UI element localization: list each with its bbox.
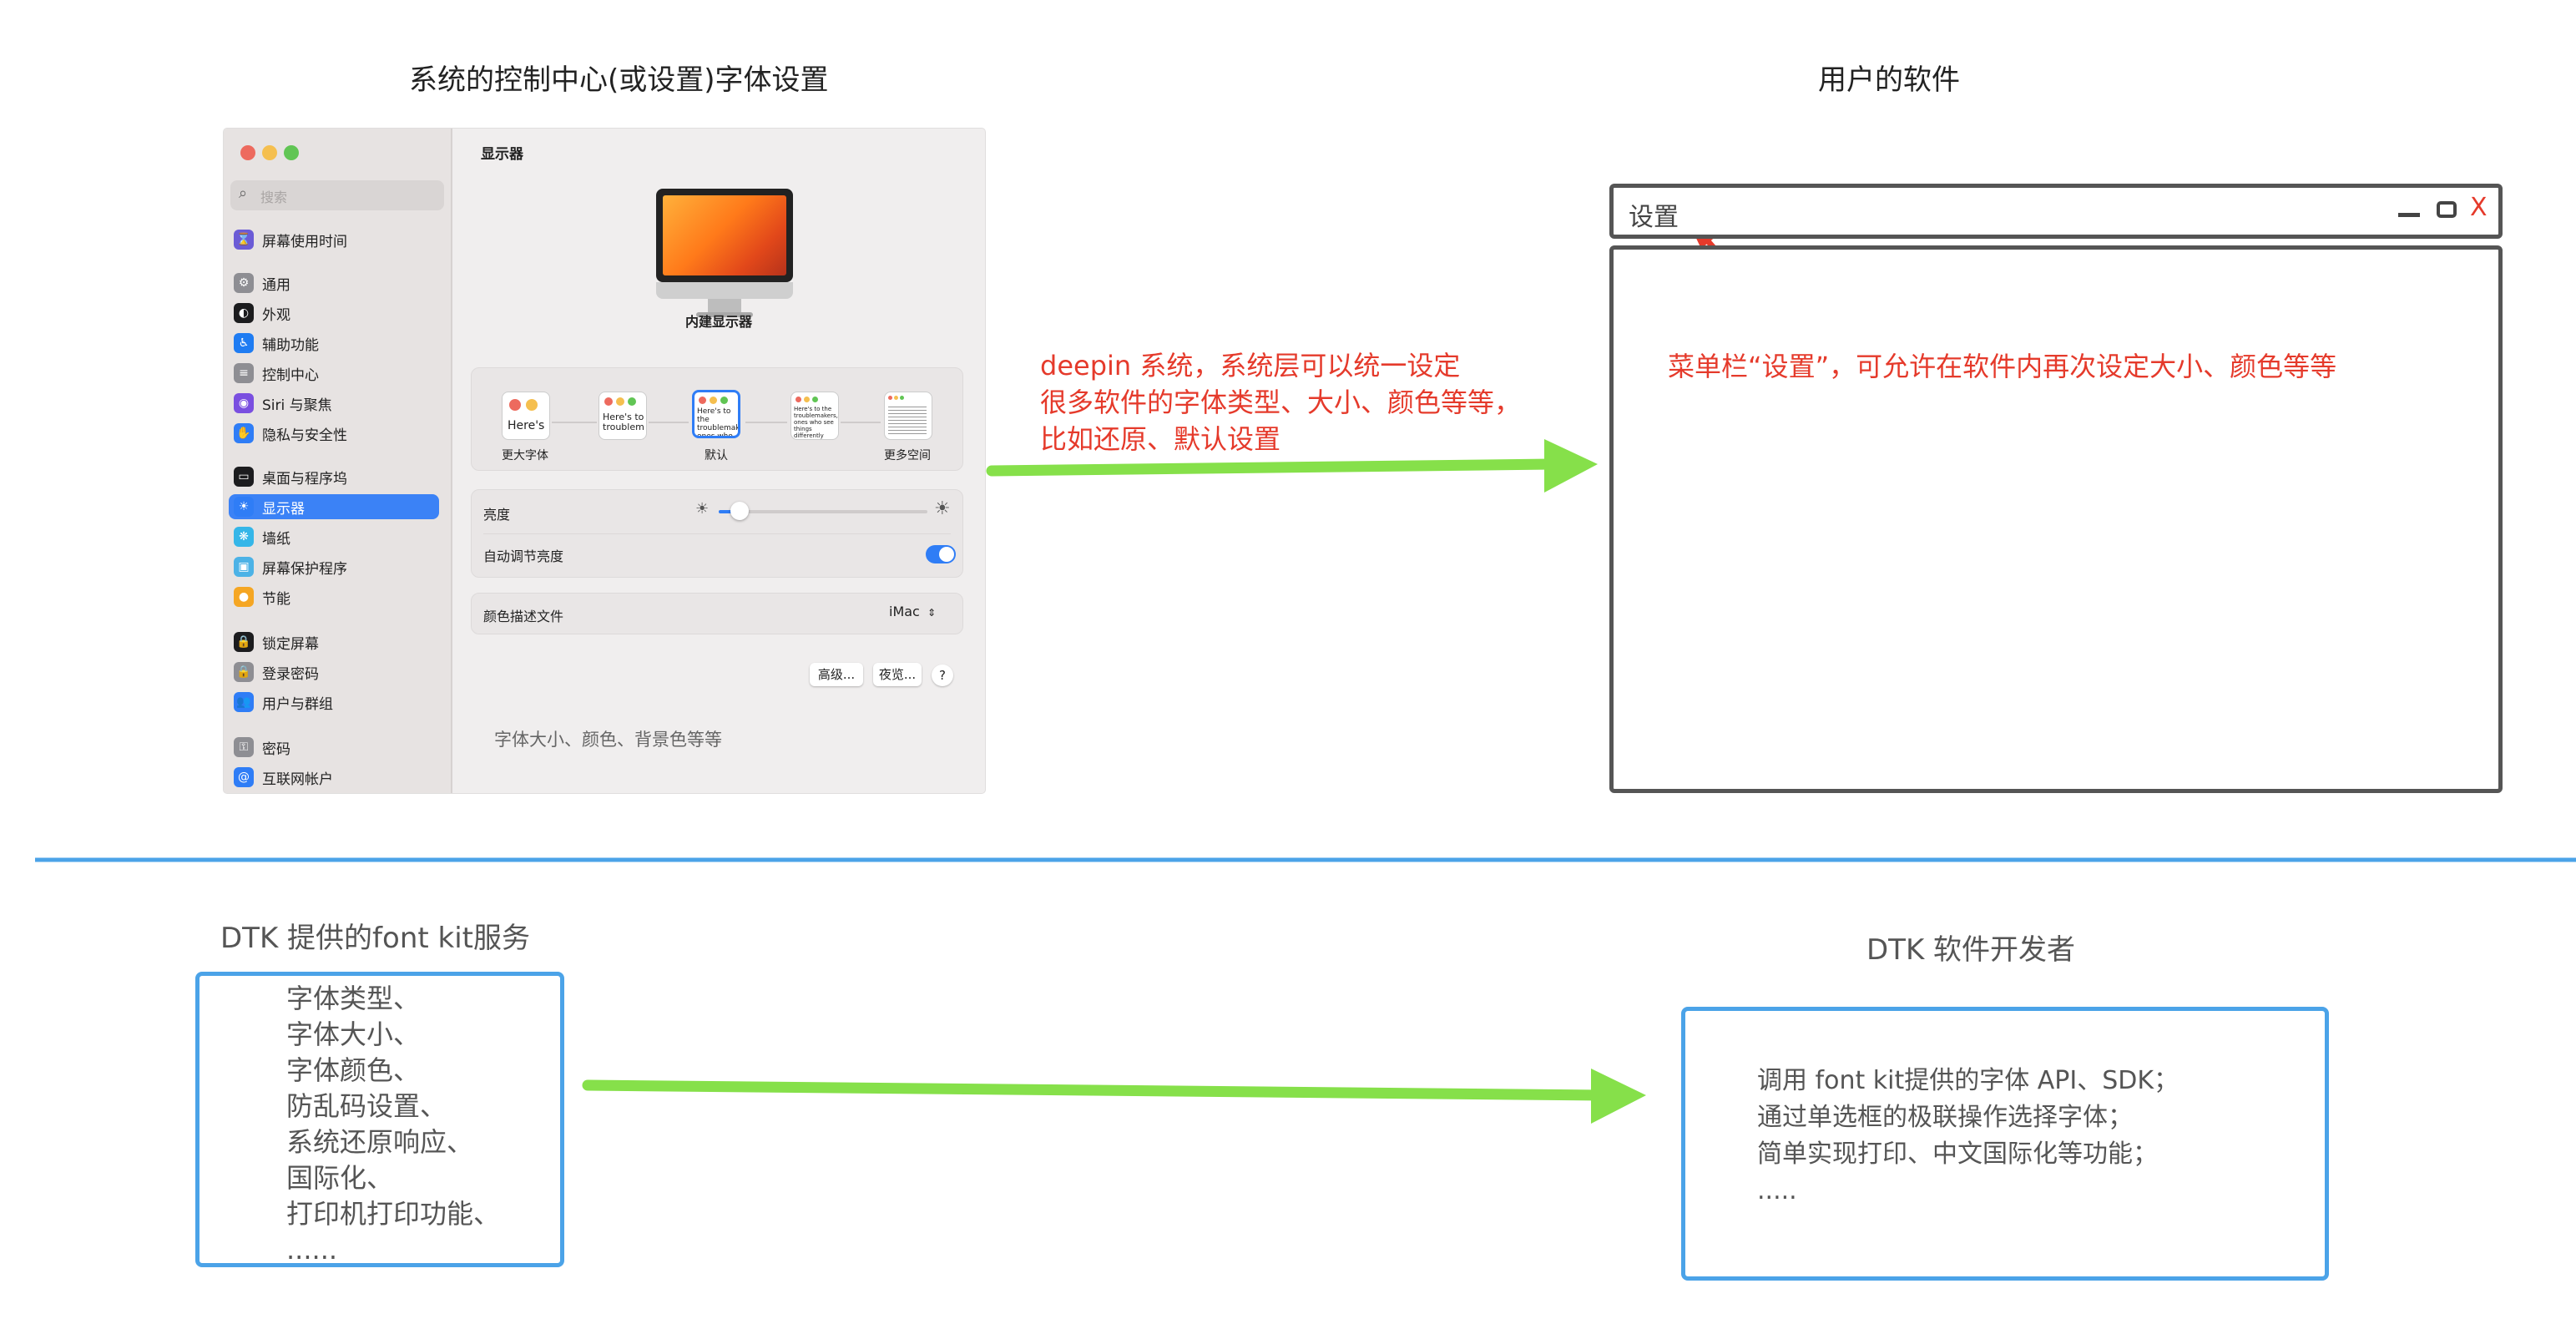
- dtk-developer-title: DTK 软件开发者: [1866, 933, 2076, 967]
- dtk-service-box: 字体类型、字体大小、字体颜色、防乱码设置、 系统还原响应、 国际化、打印机打印功能、…: [195, 972, 564, 1267]
- list-item: 字体颜色、: [286, 1054, 421, 1086]
- top-green-arrow: [986, 439, 1598, 493]
- list-item: 字体类型、: [286, 983, 421, 1014]
- dtk-service-title: DTK 提供的font kit服务: [220, 922, 530, 955]
- list-item: ......: [286, 1234, 338, 1266]
- settings-annotation: 菜单栏“设置”，可允许在软件内再次设定大小、颜色等等: [1668, 351, 2337, 382]
- dtk-service-list: 字体类型、字体大小、字体颜色、防乱码设置、 系统还原响应、 国际化、打印机打印功能、…: [286, 981, 500, 1268]
- bottom-green-arrow: [582, 1069, 1646, 1124]
- app-titlebar: 设置 X: [1609, 184, 2503, 239]
- list-item: 调用 font kit提供的字体 API、SDK；: [1757, 1066, 2179, 1095]
- list-item: 通过单选框的极联操作选择字体；: [1757, 1103, 2133, 1132]
- list-item: 字体大小、: [286, 1018, 421, 1050]
- list-item: 国际化、: [286, 1162, 394, 1194]
- list-item: 防乱码设置、: [286, 1090, 447, 1122]
- maximize-button[interactable]: [2437, 201, 2457, 218]
- list-item: 系统还原响应、: [286, 1126, 474, 1158]
- minimize-button[interactable]: [2398, 213, 2420, 217]
- dtk-developer-box: 调用 font kit提供的字体 API、SDK； 通过单选框的极联操作选择字体；…: [1681, 1007, 2329, 1281]
- dtk-developer-list: 调用 font kit提供的字体 API、SDK； 通过单选框的极联操作选择字体；…: [1757, 1063, 2179, 1210]
- list-item: 简单实现打印、中文国际化等功能；: [1757, 1140, 2158, 1169]
- list-item: 打印机打印功能、: [286, 1198, 501, 1230]
- settings-menu[interactable]: 设置: [1629, 196, 1679, 233]
- close-button[interactable]: X: [2470, 193, 2488, 222]
- app-body: [1609, 245, 2503, 793]
- list-item: .....: [1757, 1176, 1797, 1205]
